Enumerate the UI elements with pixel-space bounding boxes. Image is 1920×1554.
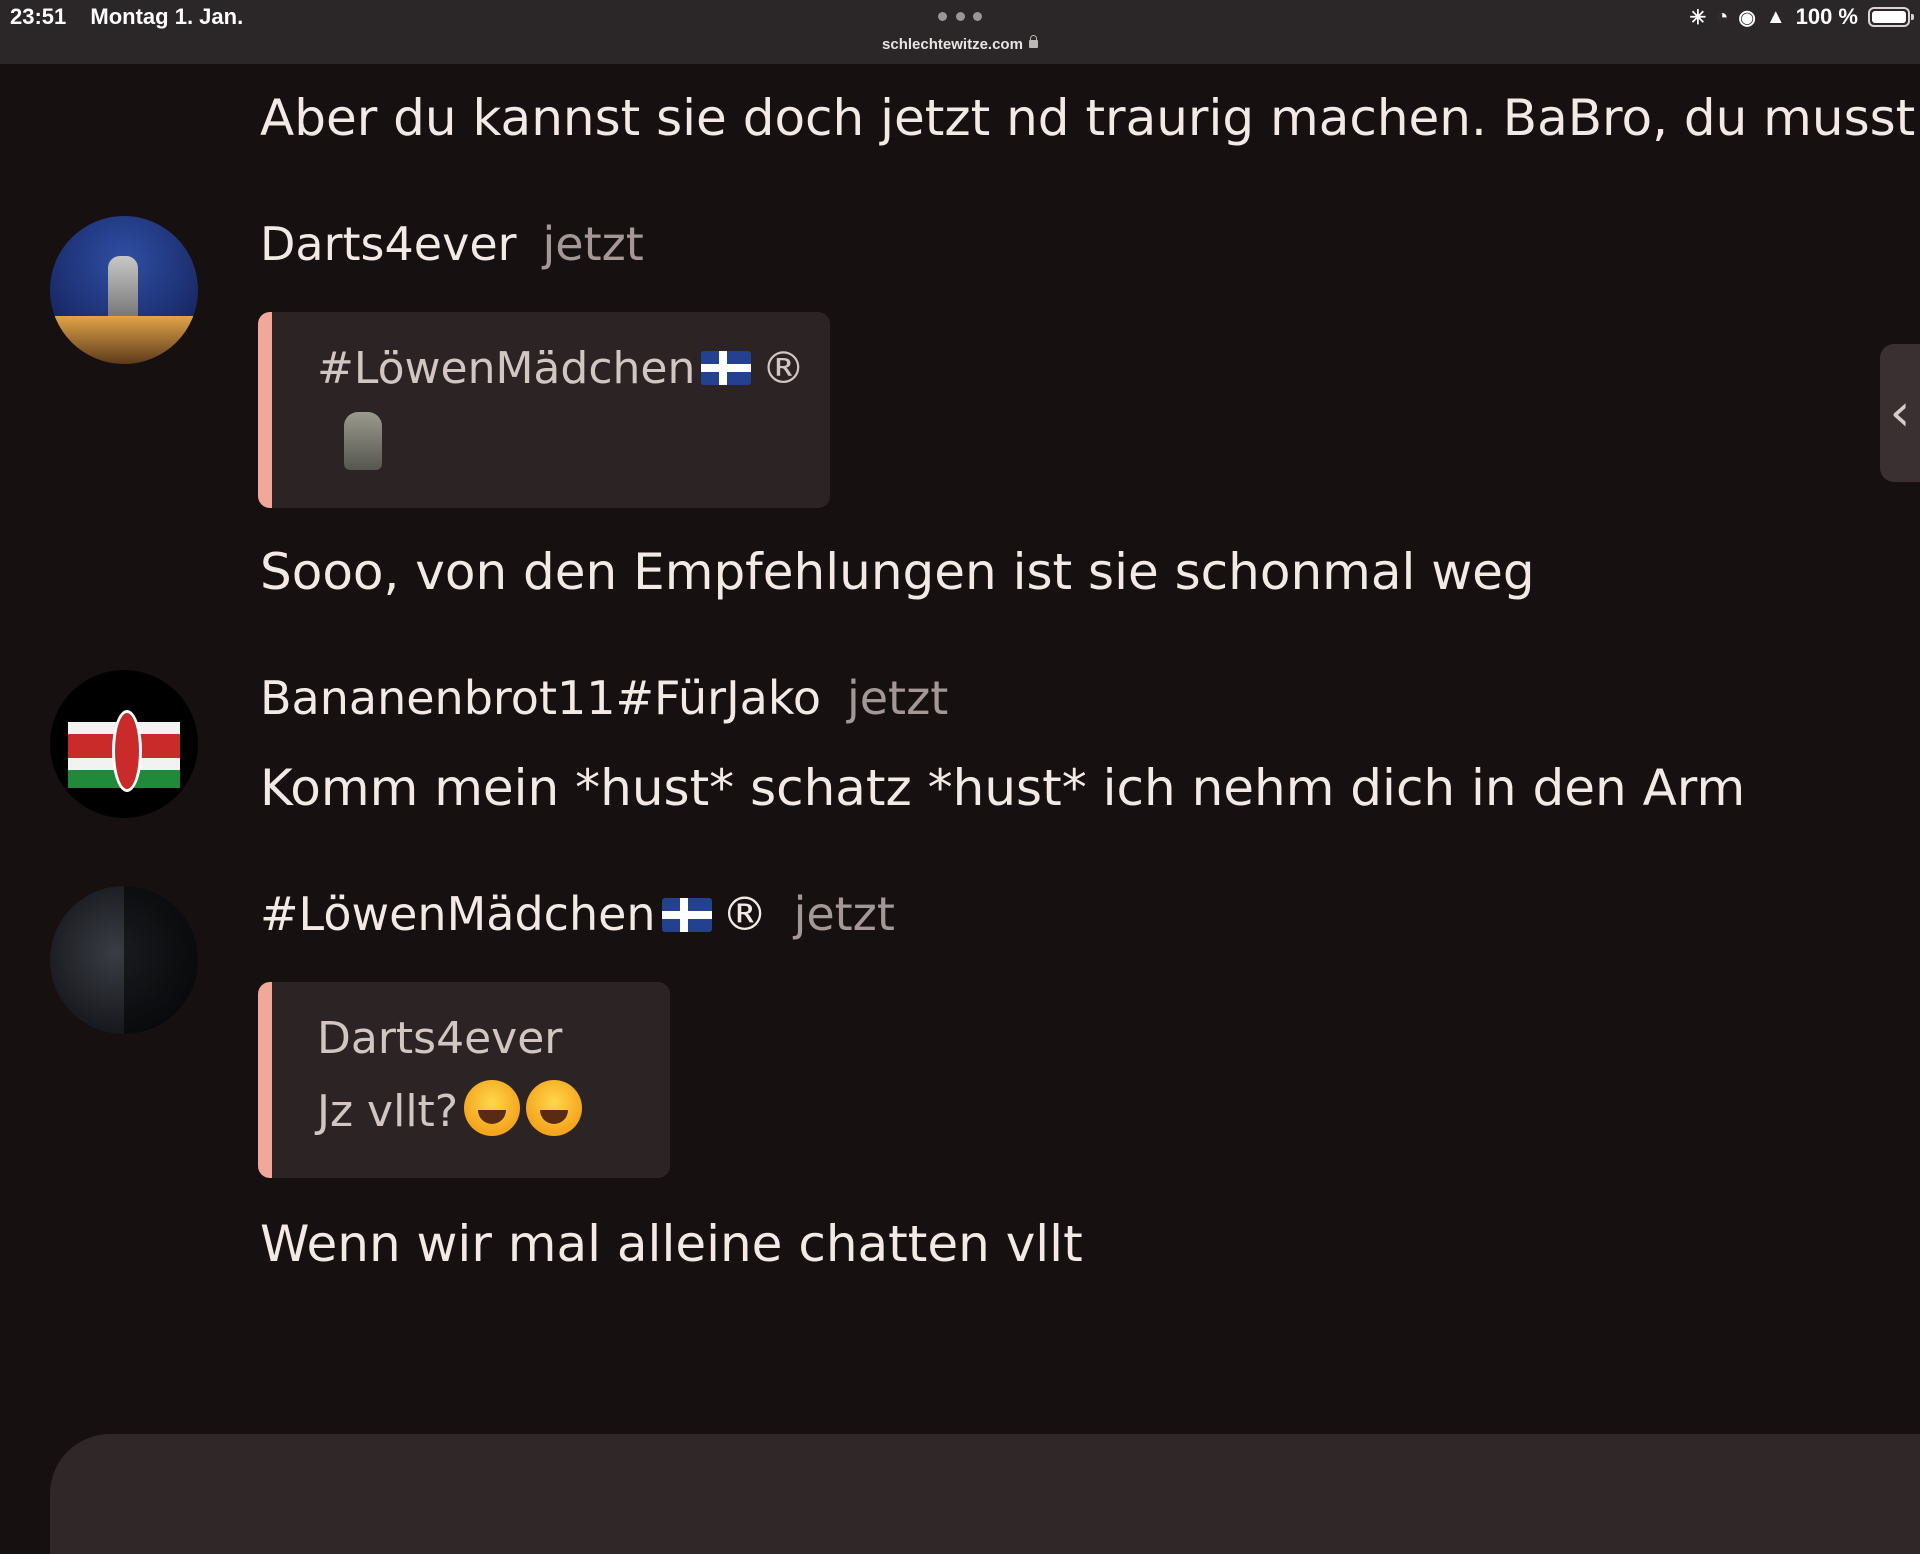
chat-area[interactable]: Aber du kannst sie doch jetzt nd traurig… (0, 64, 1920, 1554)
clock: 23:51 (10, 4, 67, 29)
registered-mark: ® (721, 887, 768, 941)
message-time: jetzt (846, 671, 949, 725)
message-composer[interactable] (50, 1434, 1920, 1554)
status-left: 23:51 Montag 1. Jan. (10, 4, 261, 30)
battery-percentage: 100 % (1795, 4, 1858, 29)
quote-text: Jz vllt? (317, 1086, 459, 1137)
message-author-row: Darts4ever jetzt (260, 216, 644, 272)
avatar[interactable] (50, 670, 198, 818)
tears-of-joy-emoji-icon (464, 1080, 521, 1136)
quote-author: #LöwenMädchen (317, 343, 696, 394)
message-time: jetzt (542, 217, 644, 271)
flag-icon (661, 898, 712, 932)
message-text: Komm mein *hust* schatz *hust* ich nehm … (260, 759, 1746, 817)
side-panel-toggle[interactable]: ‹ (1880, 344, 1920, 482)
chevron-left-icon: ‹ (1889, 383, 1911, 443)
quoted-message[interactable]: #LöwenMädchen ® (258, 312, 830, 508)
avatar[interactable] (50, 216, 198, 364)
shield-icon (112, 710, 142, 792)
status-right: ✳ ◔ ◉ ▲ 100 % (1680, 4, 1914, 30)
address-bar[interactable]: schlechtewitze.com (0, 35, 1920, 53)
message-author-row: Bananenbrot11#FürJako jetzt (260, 670, 948, 726)
message-text: Sooo, von den Empfehlungen ist sie schon… (260, 543, 1535, 601)
multitasking-dots-icon[interactable] (938, 12, 982, 22)
registered-mark: ® (761, 343, 806, 394)
quote-text-row: Jz vllt? (317, 1080, 583, 1139)
quote-author: Darts4ever (317, 1013, 563, 1064)
lock-icon (1028, 35, 1038, 48)
wifi-icon: ◔ (1716, 5, 1729, 28)
author-name[interactable]: Darts4ever (260, 217, 517, 271)
message-time: jetzt (793, 887, 895, 941)
date: Montag 1. Jan. (90, 4, 244, 29)
quoted-message[interactable]: Darts4ever Jz vllt? (258, 982, 670, 1178)
author-name[interactable]: #LöwenMädchen (260, 887, 656, 941)
moai-emoji-icon (344, 412, 382, 470)
activity-icon: ✳ (1689, 6, 1707, 29)
message-text: Aber du kannst sie doch jetzt nd traurig… (260, 89, 1916, 147)
avatar[interactable] (50, 886, 198, 1034)
battery-icon (1868, 7, 1914, 27)
flag-icon (701, 351, 752, 385)
status-bar: 23:51 Montag 1. Jan. schlechtewitze.com … (0, 0, 1920, 64)
quote-author-row: #LöwenMädchen ® (317, 342, 805, 396)
message-author-row: #LöwenMädchen ® jetzt (260, 886, 895, 942)
lock-rotation-icon: ◉ (1738, 6, 1756, 29)
author-name[interactable]: Bananenbrot11#FürJako (260, 671, 821, 725)
stage-floor (50, 316, 198, 364)
url-text: schlechtewitze.com (882, 36, 1023, 53)
message-text: Wenn wir mal alleine chatten vllt (260, 1215, 1083, 1273)
graduation-cap-icon: ▲ (1765, 5, 1786, 28)
tears-of-joy-emoji-icon (526, 1080, 583, 1136)
